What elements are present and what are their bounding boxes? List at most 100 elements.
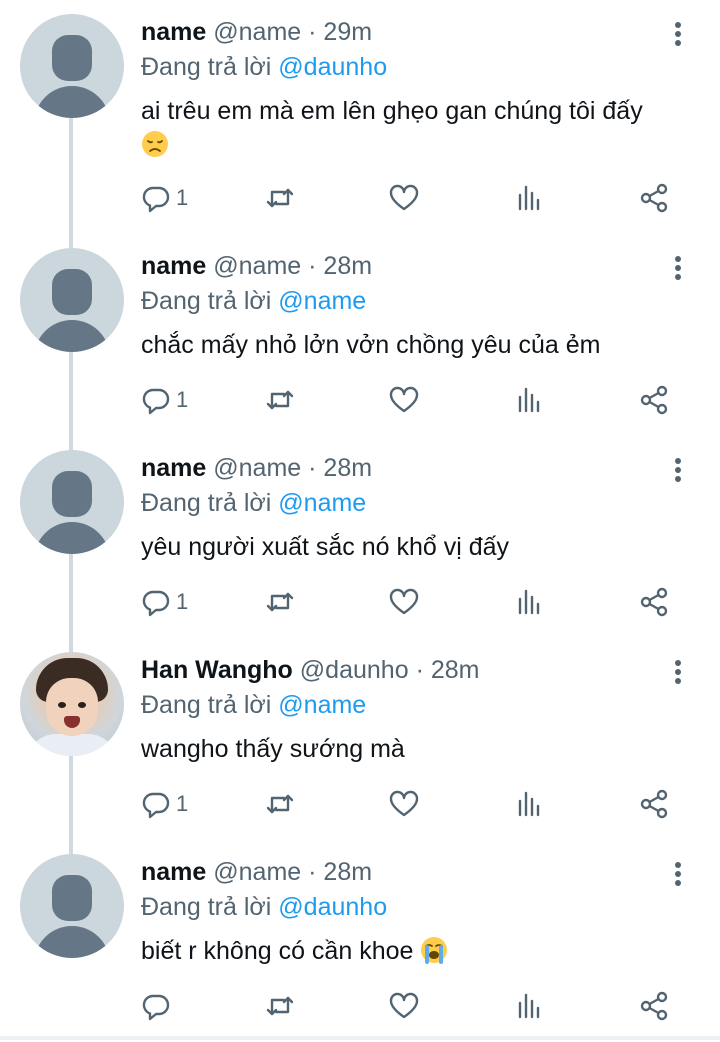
tweet[interactable]: name @name · 28m Đang trả lời @daunho bi… bbox=[0, 840, 720, 1042]
handle[interactable]: @daunho bbox=[300, 656, 409, 684]
display-name[interactable]: Han Wangho bbox=[141, 656, 293, 684]
reply-button[interactable]: 1 bbox=[140, 782, 188, 826]
like-button[interactable] bbox=[388, 984, 420, 1028]
separator: · bbox=[308, 858, 317, 886]
reply-count: 1 bbox=[176, 387, 189, 412]
display-name[interactable]: name bbox=[141, 454, 206, 482]
loudly-crying-face-icon bbox=[421, 937, 448, 964]
handle[interactable]: @name bbox=[213, 18, 301, 46]
timestamp[interactable]: 29m bbox=[323, 18, 372, 46]
tweet-header: name @name · 28m bbox=[141, 452, 372, 484]
avatar-photo-shape bbox=[58, 702, 66, 708]
mention-link[interactable]: @daunho bbox=[278, 53, 387, 81]
heart-icon bbox=[389, 588, 419, 615]
avatar-shoulders-shape bbox=[34, 320, 110, 352]
disappointed-face-icon bbox=[142, 131, 168, 157]
tweet-text-content: yêu người xuất sắc nó khổ vị đấy bbox=[141, 533, 510, 561]
views-icon bbox=[518, 185, 540, 211]
reply-button[interactable]: 1 bbox=[140, 378, 188, 422]
share-icon bbox=[640, 991, 668, 1021]
views-button[interactable] bbox=[514, 984, 546, 1028]
retweet-icon bbox=[266, 794, 294, 814]
retweet-button[interactable] bbox=[264, 984, 296, 1028]
heart-icon bbox=[389, 992, 419, 1019]
handle[interactable]: @name bbox=[213, 252, 301, 280]
action-bar: 1 bbox=[0, 176, 720, 220]
replying-to-label: Đang trả lời bbox=[141, 287, 272, 315]
mention-link[interactable]: @name bbox=[278, 287, 366, 315]
avatar[interactable] bbox=[20, 450, 124, 554]
reply-button[interactable] bbox=[140, 984, 176, 1028]
replying-to: Đang trả lời @daunho bbox=[141, 50, 387, 84]
views-icon bbox=[518, 993, 540, 1019]
tweet[interactable]: Han Wangho @daunho · 28m Đang trả lời @n… bbox=[0, 638, 720, 840]
timestamp[interactable]: 28m bbox=[323, 858, 372, 886]
tweet[interactable]: name @name · 28m Đang trả lời @name yêu … bbox=[0, 436, 720, 638]
reply-count: 1 bbox=[176, 185, 189, 210]
avatar[interactable] bbox=[20, 854, 124, 958]
share-button[interactable] bbox=[638, 378, 670, 422]
tweet-text: wangho thấy sướng mà bbox=[141, 732, 671, 766]
more-icon[interactable] bbox=[668, 860, 688, 888]
like-button[interactable] bbox=[388, 782, 420, 826]
retweet-button[interactable] bbox=[264, 782, 296, 826]
avatar-shoulders-shape bbox=[34, 522, 110, 554]
share-button[interactable] bbox=[638, 580, 670, 624]
reply-icon bbox=[142, 186, 170, 213]
retweet-button[interactable] bbox=[264, 378, 296, 422]
display-name[interactable]: name bbox=[141, 858, 206, 886]
views-button[interactable] bbox=[514, 580, 546, 624]
timestamp[interactable]: 28m bbox=[431, 656, 480, 684]
share-button[interactable] bbox=[638, 176, 670, 220]
timestamp[interactable]: 28m bbox=[323, 252, 372, 280]
like-button[interactable] bbox=[388, 580, 420, 624]
tweet-text-content: wangho thấy sướng mà bbox=[141, 735, 405, 763]
reply-icon bbox=[142, 590, 170, 617]
display-name[interactable]: name bbox=[141, 18, 206, 46]
retweet-button[interactable] bbox=[264, 176, 296, 220]
mention-link[interactable]: @daunho bbox=[278, 893, 387, 921]
separator: · bbox=[308, 18, 317, 46]
replying-to-label: Đang trả lời bbox=[141, 691, 272, 719]
share-button[interactable] bbox=[638, 984, 670, 1028]
tweet-header: name @name · 28m bbox=[141, 250, 372, 282]
views-button[interactable] bbox=[514, 176, 546, 220]
mention-link[interactable]: @name bbox=[278, 489, 366, 517]
replying-to: Đang trả lời @name bbox=[141, 688, 366, 722]
display-name[interactable]: name bbox=[141, 252, 206, 280]
like-button[interactable] bbox=[388, 378, 420, 422]
tweet[interactable]: name @name · 28m Đang trả lời @name chắc… bbox=[0, 234, 720, 436]
mention-link[interactable]: @name bbox=[278, 691, 366, 719]
action-bar: 1 bbox=[0, 580, 720, 624]
avatar-head-shape bbox=[52, 471, 92, 517]
tweet-header: name @name · 28m bbox=[141, 856, 372, 888]
handle[interactable]: @name bbox=[213, 454, 301, 482]
retweet-button[interactable] bbox=[264, 580, 296, 624]
avatar[interactable] bbox=[20, 652, 124, 756]
avatar[interactable] bbox=[20, 14, 124, 118]
reply-button[interactable]: 1 bbox=[140, 580, 188, 624]
replying-to-label: Đang trả lời bbox=[141, 53, 272, 81]
share-icon bbox=[640, 789, 668, 819]
views-button[interactable] bbox=[514, 782, 546, 826]
views-icon bbox=[518, 387, 540, 413]
more-icon[interactable] bbox=[668, 456, 688, 484]
like-button[interactable] bbox=[388, 176, 420, 220]
action-bar: 1 bbox=[0, 378, 720, 422]
retweet-icon bbox=[266, 188, 294, 208]
timestamp[interactable]: 28m bbox=[323, 454, 372, 482]
more-icon[interactable] bbox=[668, 254, 688, 282]
replying-to: Đang trả lời @daunho bbox=[141, 890, 387, 924]
more-icon[interactable] bbox=[668, 20, 688, 48]
heart-icon bbox=[389, 790, 419, 817]
reply-count: 1 bbox=[176, 791, 189, 816]
handle[interactable]: @name bbox=[213, 858, 301, 886]
more-icon[interactable] bbox=[668, 658, 688, 686]
tweet[interactable]: name @name · 29m Đang trả lời @daunho ai… bbox=[0, 0, 720, 234]
replying-to-label: Đang trả lời bbox=[141, 893, 272, 921]
share-button[interactable] bbox=[638, 782, 670, 826]
reply-button[interactable]: 1 bbox=[140, 176, 188, 220]
separator: · bbox=[308, 252, 317, 280]
views-button[interactable] bbox=[514, 378, 546, 422]
avatar[interactable] bbox=[20, 248, 124, 352]
